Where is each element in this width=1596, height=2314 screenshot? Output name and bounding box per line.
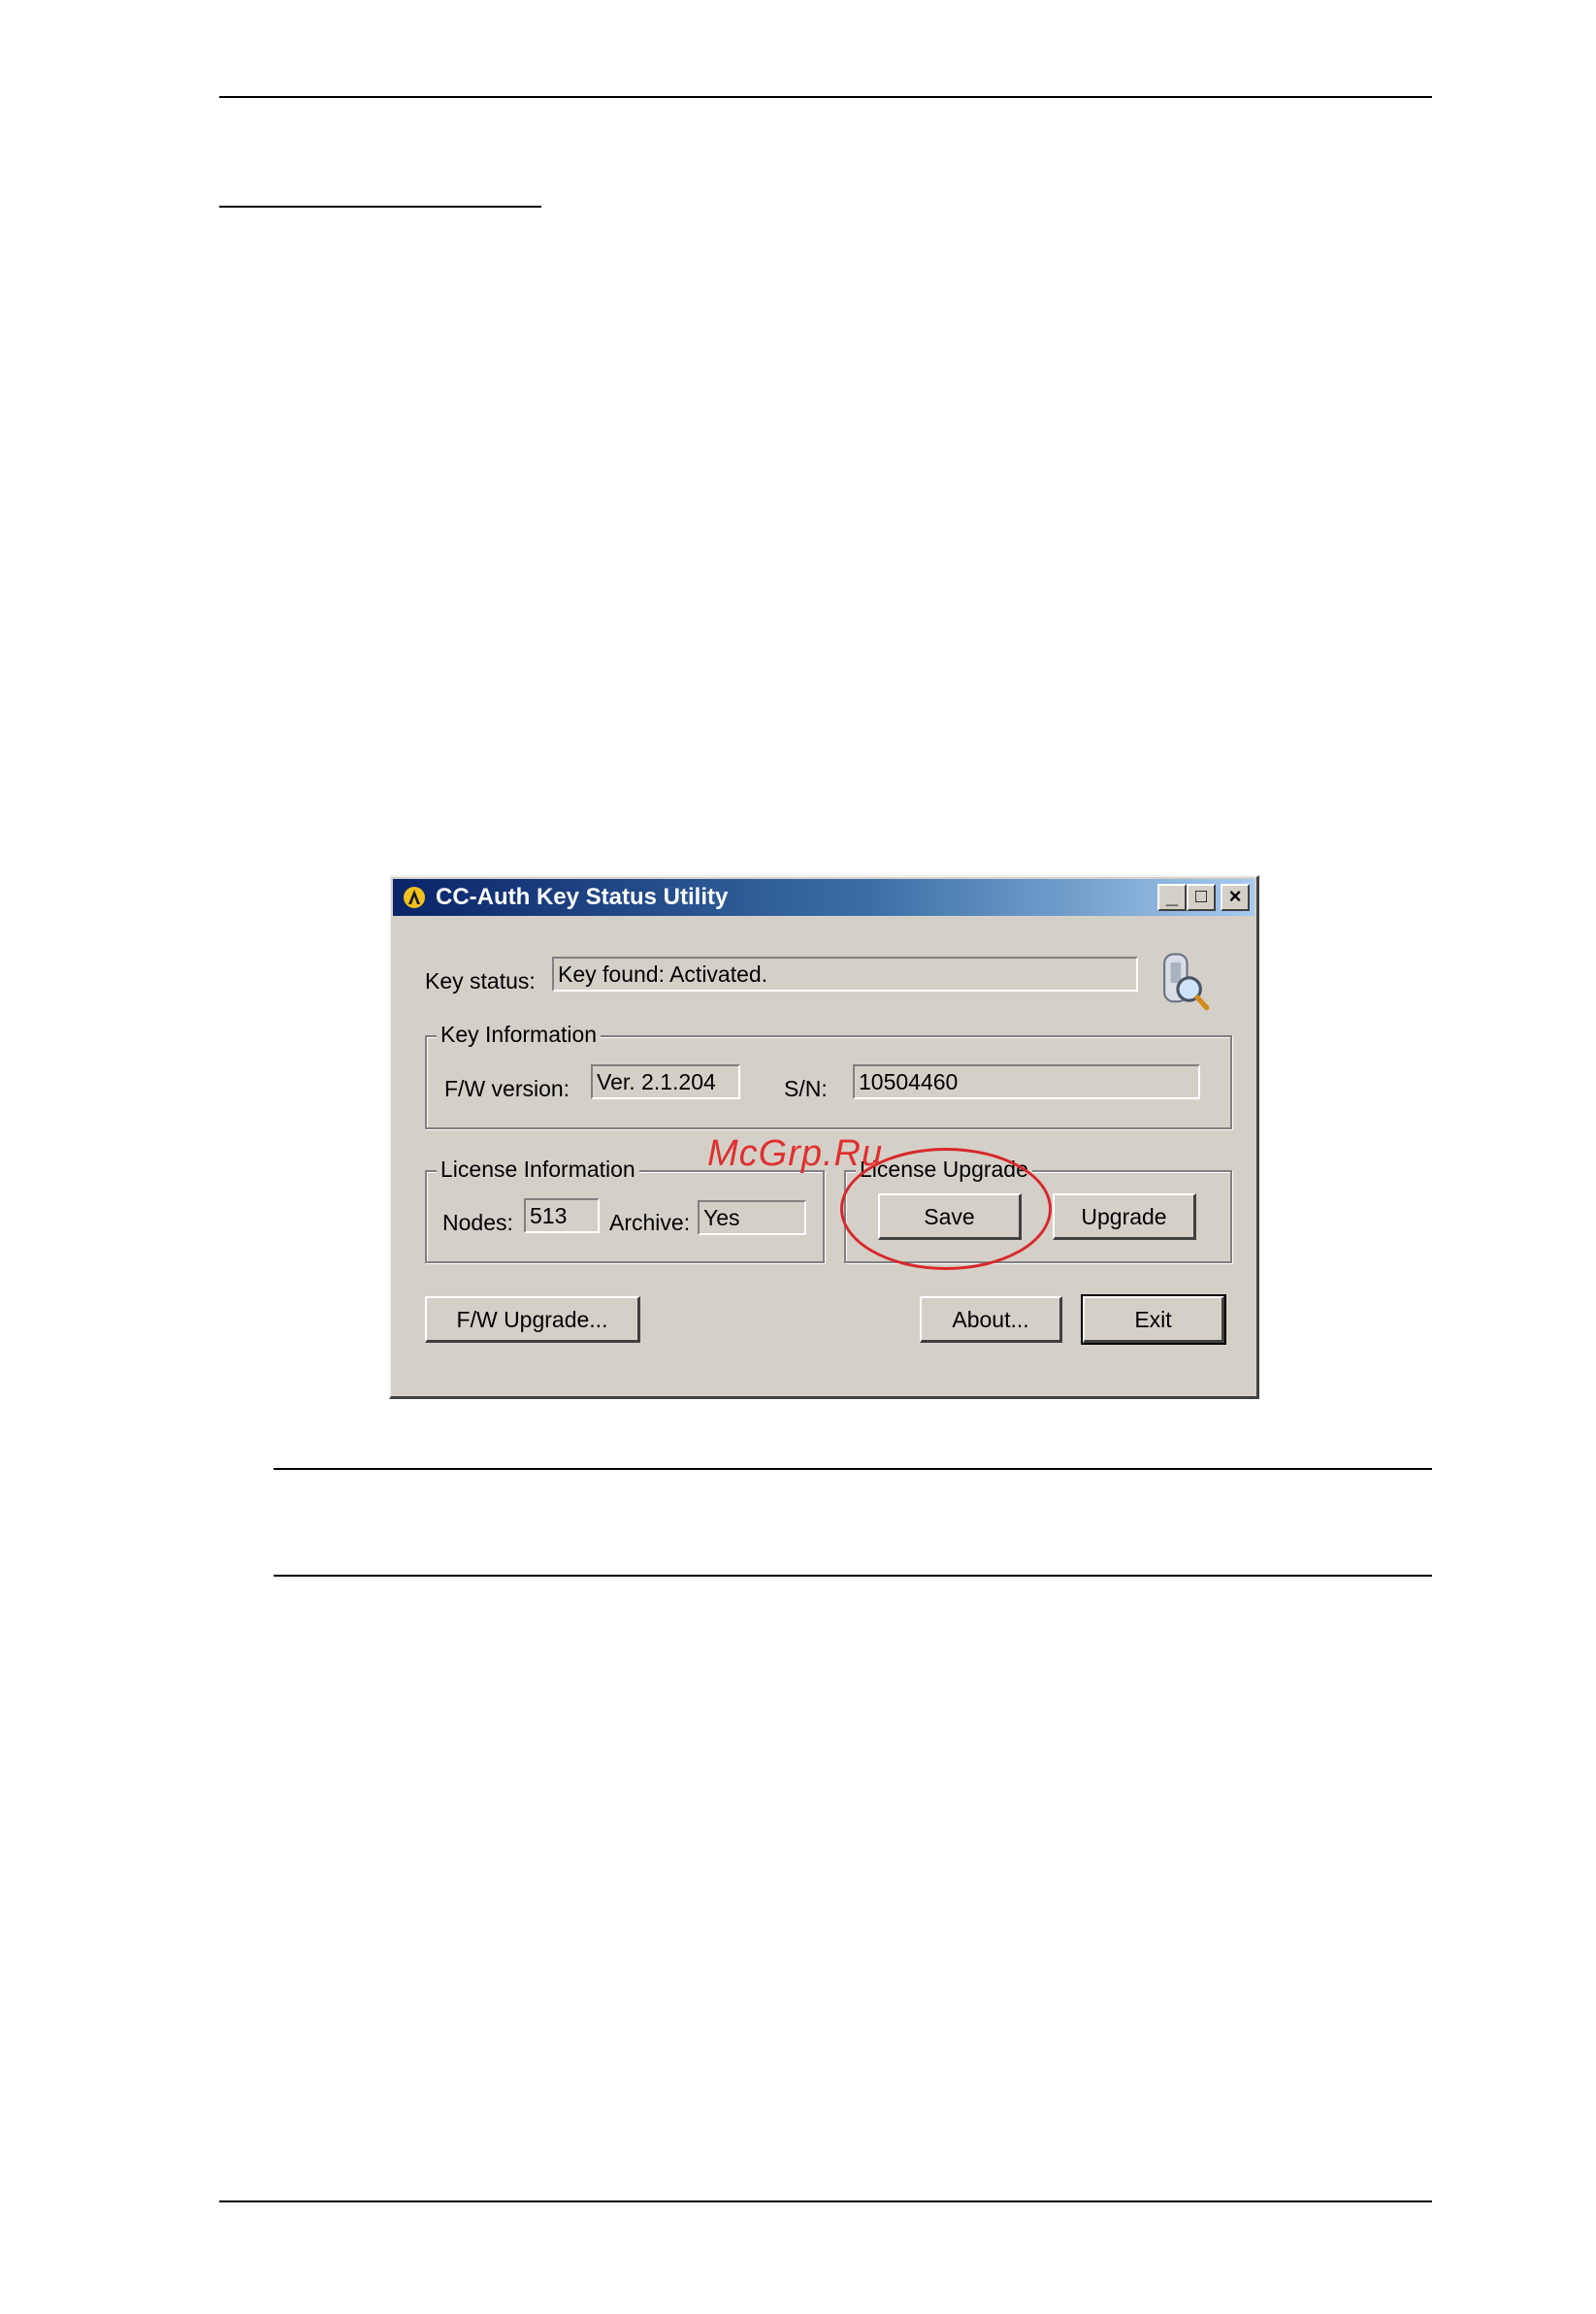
minimize-button[interactable]: _ xyxy=(1157,884,1187,911)
serial-number-field: 10504460 xyxy=(853,1064,1200,1099)
key-status-label: Key status: xyxy=(425,968,536,994)
exit-button[interactable]: Exit xyxy=(1081,1294,1226,1345)
nodes-field: 513 xyxy=(524,1198,600,1233)
fw-version-field: Ver. 2.1.204 xyxy=(591,1064,740,1099)
footer-rule xyxy=(219,2200,1432,2202)
archive-label: Archive: xyxy=(609,1210,691,1235)
header-rule xyxy=(219,96,1432,98)
section-underline xyxy=(219,206,541,208)
key-status-field: Key found: Activated. xyxy=(552,957,1138,992)
maximize-icon: □ xyxy=(1194,886,1208,907)
usb-key-search-icon[interactable] xyxy=(1148,948,1210,1014)
close-icon: × xyxy=(1228,884,1242,908)
nodes-label: Nodes: xyxy=(442,1210,513,1235)
serial-number-label: S/N: xyxy=(784,1076,828,1101)
watermark-text: McGrp.Ru xyxy=(707,1133,884,1174)
minimize-icon: _ xyxy=(1165,884,1179,908)
note-bottom-rule xyxy=(274,1575,1432,1577)
fw-upgrade-button[interactable]: F/W Upgrade... xyxy=(425,1296,640,1343)
document-page: { "window": { "title": "CC-Auth Key Stat… xyxy=(0,0,1596,2314)
maximize-button[interactable]: □ xyxy=(1187,884,1216,911)
archive-field: Yes xyxy=(698,1200,806,1235)
app-logo-icon xyxy=(404,887,425,908)
about-button[interactable]: About... xyxy=(920,1296,1062,1343)
title-bar[interactable]: CC-Auth Key Status Utility _ □ × xyxy=(393,879,1254,916)
upgrade-button[interactable]: Upgrade xyxy=(1053,1193,1196,1240)
fw-version-label: F/W version: xyxy=(444,1076,570,1101)
license-information-legend: License Information xyxy=(437,1157,639,1183)
note-top-rule xyxy=(274,1468,1432,1470)
key-information-legend: Key Information xyxy=(437,1022,602,1048)
window-title: CC-Auth Key Status Utility xyxy=(436,884,729,910)
close-button[interactable]: × xyxy=(1221,884,1250,911)
